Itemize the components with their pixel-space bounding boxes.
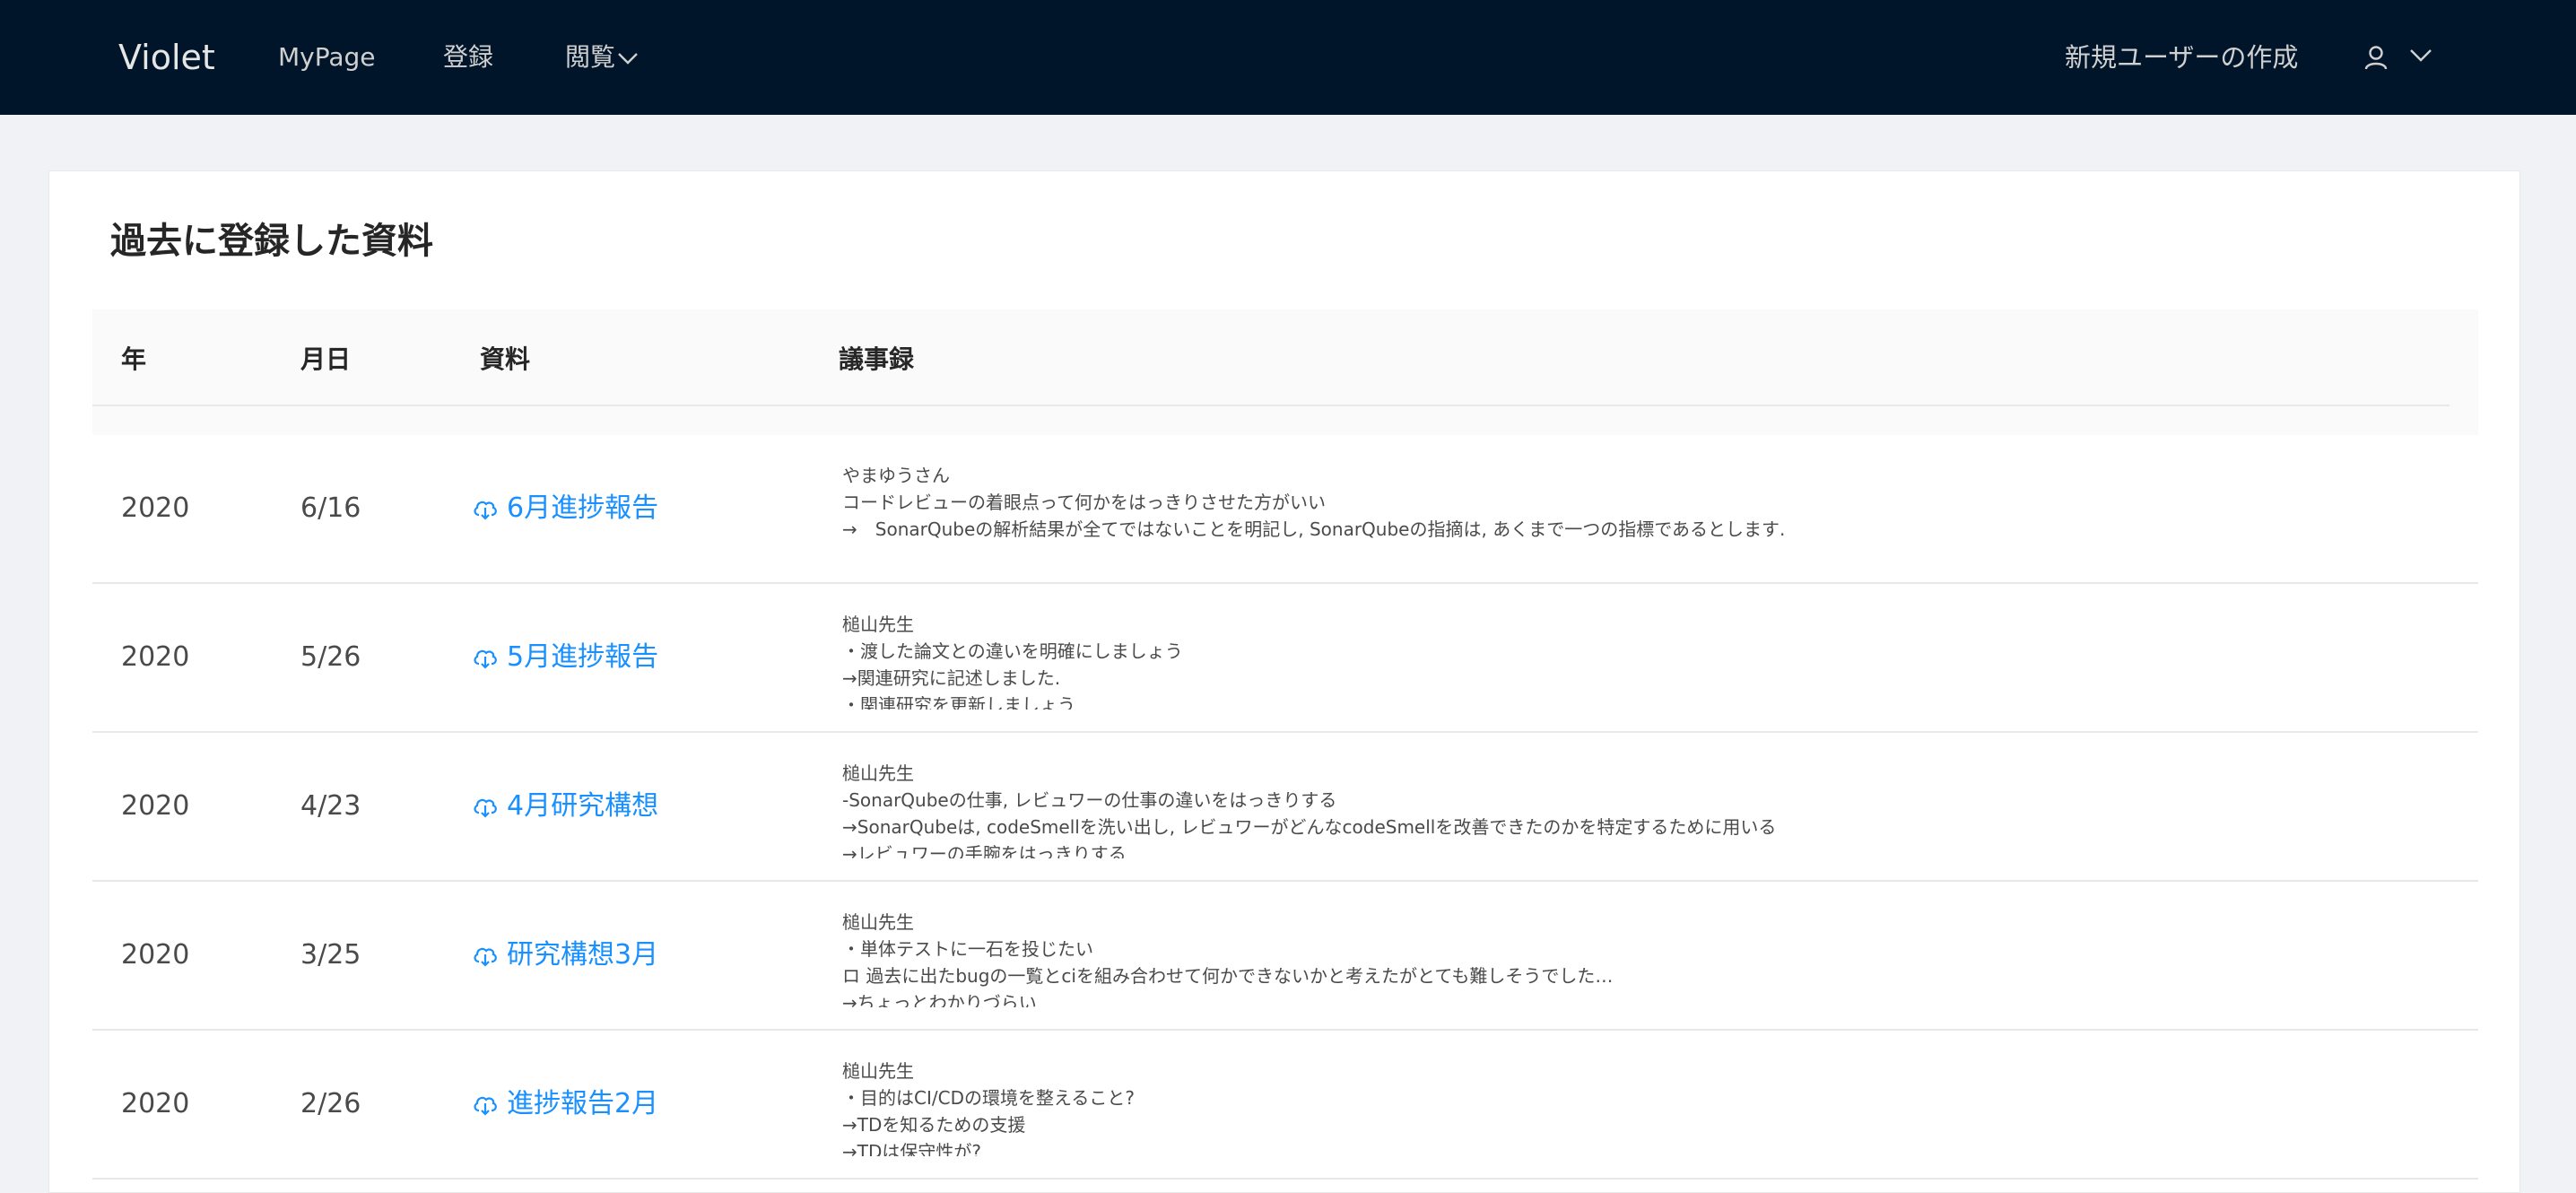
cloud-download-icon [474,649,497,669]
minutes-cell: 槌山先生 ・渡した論文との違いを明確にしましょう →関連研究に記述しました. ・… [842,611,2439,710]
column-header-document: 資料 [480,344,531,374]
minutes-line: やまゆうさん [842,465,950,486]
year-cell: 2020 [121,790,190,822]
document-link-label: 4月研究構想 [507,790,659,822]
date-cell: 3/25 [300,939,361,971]
year-cell: 2020 [121,492,190,524]
table-row: 2020 4/23 4月研究構想 槌山先生 -SonarQubeの仕事, レビュ… [92,733,2478,882]
minutes-line: ・渡した論文との違いを明確にしましょう [842,640,1183,662]
document-download-link[interactable]: 研究構想3月 [473,936,658,975]
minutes-cell: 槌山先生 -SonarQubeの仕事, レビュワーの仕事の違いをはっきりする →… [842,760,2439,858]
minutes-line: →ちょっとわかりづらい [842,992,1037,1007]
minutes-line: 槌山先生 [842,911,914,933]
nav-item-browse[interactable]: 閲覧 [565,41,639,74]
document-link-label: 6月進捗報告 [507,492,659,524]
top-navigation-bar: Violet MyPage 登録 閲覧 新規ユーザーの作成 [0,0,2576,115]
date-cell: 6/16 [300,492,361,524]
table-header: 年 月日 資料 議事録 [92,309,2478,435]
minutes-line: コードレビューの着眼点って何かをはっきりさせた方がいい [842,492,1326,513]
minutes-line: →レビュワーの手腕をはっきりする [842,843,1127,858]
document-download-link[interactable]: 5月進捗報告 [473,638,658,677]
date-cell: 5/26 [300,641,361,673]
document-download-link[interactable]: 進捗報告2月 [473,1084,658,1124]
document-link-label: 研究構想3月 [507,939,659,971]
cloud-download-icon [474,947,497,967]
minutes-line: 槌山先生 [842,1060,914,1082]
date-cell: 4/23 [300,790,361,822]
document-download-link[interactable]: 4月研究構想 [473,787,658,826]
brand-logo[interactable]: Violet [118,36,215,79]
year-cell: 2020 [121,1088,190,1119]
nav-item-register[interactable]: 登録 [443,41,493,74]
minutes-cell: 槌山先生 ・目的はCI/CDの環境を整えること? →TDを知るための支援 →TD… [842,1058,2439,1156]
minutes-line: →TDを知るための支援 [842,1114,1026,1136]
documents-card: 過去に登録した資料 年 月日 資料 議事録 2020 6/16 6月進捗報告 や… [48,170,2520,1193]
minutes-line: -SonarQubeの仕事, レビュワーの仕事の違いをはっきりする [842,789,1337,811]
table-row: 2020 3/25 研究構想3月 槌山先生 ・単体テストに一石を投じたい ロ 過… [92,882,2478,1031]
minutes-line: →SonarQubeは, codeSmellを洗い出し, レビュワーがどんなco… [842,816,1777,838]
minutes-line: 槌山先生 [842,614,914,635]
minutes-line: →関連研究に記述しました. [842,667,1061,689]
minutes-line: ・目的はCI/CDの環境を整えること? [842,1087,1135,1109]
minutes-cell: 槌山先生 ・単体テストに一石を投じたい ロ 過去に出たbugの一覧とciを組み合… [842,909,2439,1007]
cloud-download-icon [474,501,497,520]
column-header-year: 年 [121,344,147,374]
table-row: 2020 5/26 5月進捗報告 槌山先生 ・渡した論文との違いを明確にしましょ… [92,584,2478,733]
minutes-line: →TDは保守性が? [842,1141,981,1156]
user-icon[interactable] [2364,45,2388,70]
date-cell: 2/26 [300,1088,361,1119]
table-row: 2020 6/16 6月進捗報告 やまゆうさん コードレビューの着眼点って何かを… [92,435,2478,584]
user-menu-chevron-down-icon[interactable] [2409,47,2432,63]
page-title: 過去に登録した資料 [110,221,433,262]
minutes-line: ・単体テストに一石を投じたい [842,938,1093,960]
year-cell: 2020 [121,641,190,673]
minutes-line: 槌山先生 [842,762,914,784]
cloud-download-icon [474,1096,497,1116]
document-link-label: 5月進捗報告 [507,641,659,673]
minutes-line: ・関連研究を更新しましょう [842,694,1075,710]
document-link-label: 進捗報告2月 [507,1088,659,1119]
cloud-download-icon [474,798,497,818]
minutes-line: → SonarQubeの解析結果が全てではないことを明記し, SonarQube… [842,518,1786,540]
table-row: 2020 2/26 進捗報告2月 槌山先生 ・目的はCI/CDの環境を整えること… [92,1031,2478,1180]
nav-item-mypage[interactable]: MyPage [278,41,376,74]
header-divider [92,405,2450,406]
create-user-link[interactable]: 新規ユーザーの作成 [2065,41,2298,74]
minutes-line: ロ 過去に出たbugの一覧とciを組み合わせて何かできないかと考えたがとても難し… [842,965,1614,987]
chevron-down-icon [618,53,638,65]
column-header-minutes: 議事録 [839,344,915,374]
year-cell: 2020 [121,939,190,971]
column-header-date: 月日 [300,344,352,374]
minutes-cell: やまゆうさん コードレビューの着眼点って何かをはっきりさせた方がいい → Son… [842,462,2439,561]
document-download-link[interactable]: 6月進捗報告 [473,489,658,528]
nav-item-browse-label: 閲覧 [565,42,616,72]
